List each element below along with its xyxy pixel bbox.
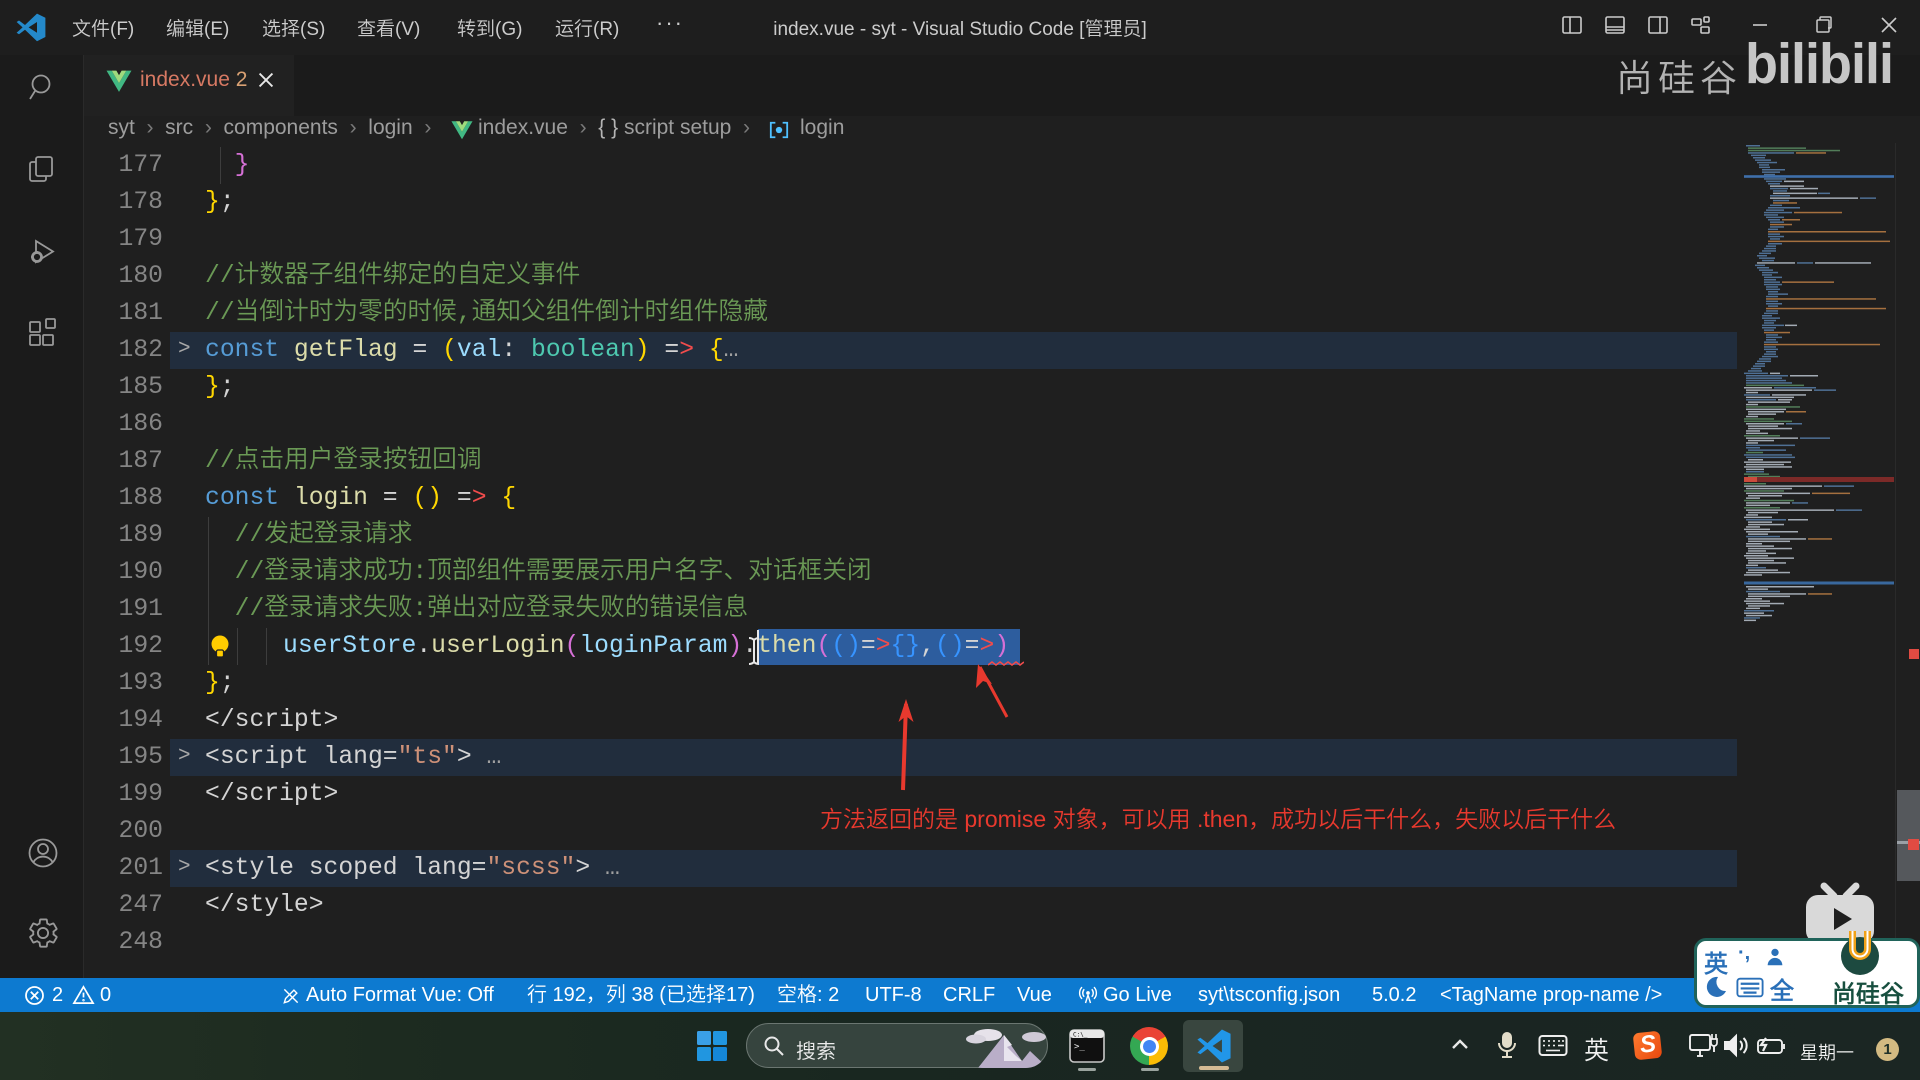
svg-text:C:\_: C:\_ xyxy=(1073,1032,1088,1039)
svg-text:>_: >_ xyxy=(1074,1042,1085,1052)
